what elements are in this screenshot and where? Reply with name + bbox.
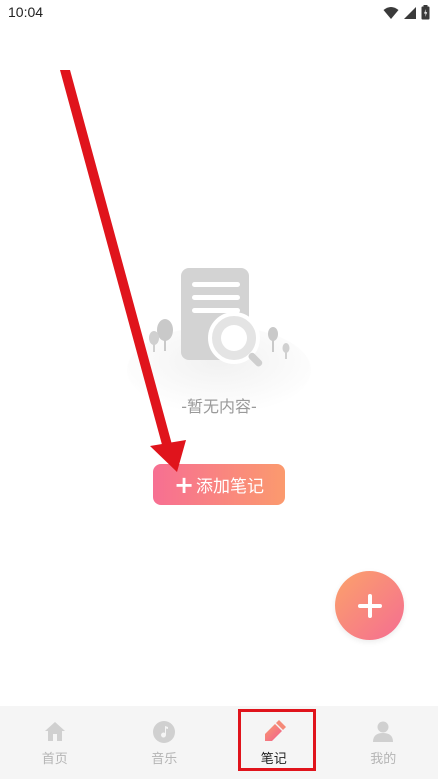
tab-music[interactable]: 音乐	[110, 706, 220, 779]
add-note-button[interactable]: + 添加笔记	[153, 464, 285, 505]
status-bar: 10:04	[0, 0, 438, 26]
tab-profile[interactable]: 我的	[329, 706, 438, 779]
user-icon	[373, 721, 394, 742]
status-time: 10:04	[8, 4, 44, 20]
music-icon	[153, 721, 176, 743]
tab-home[interactable]: 首页	[0, 706, 110, 779]
tab-profile-label: 我的	[370, 752, 397, 767]
cellular-signal-icon	[404, 6, 416, 19]
tab-music-label: 音乐	[151, 752, 178, 767]
empty-state-text: -暂无内容-	[181, 397, 257, 416]
bottom-tab-bar: 首页 音乐 笔记 我的	[0, 706, 438, 779]
plus-icon	[357, 593, 382, 618]
add-note-label: 添加笔记	[196, 477, 265, 497]
battery-icon	[421, 5, 430, 20]
annotation-highlight-box	[238, 709, 316, 771]
plus-icon: +	[173, 470, 195, 499]
floating-add-button[interactable]	[335, 571, 404, 640]
tab-home-label: 首页	[41, 752, 68, 767]
wifi-icon	[383, 6, 399, 19]
status-icons	[383, 5, 430, 20]
home-icon	[44, 722, 65, 741]
